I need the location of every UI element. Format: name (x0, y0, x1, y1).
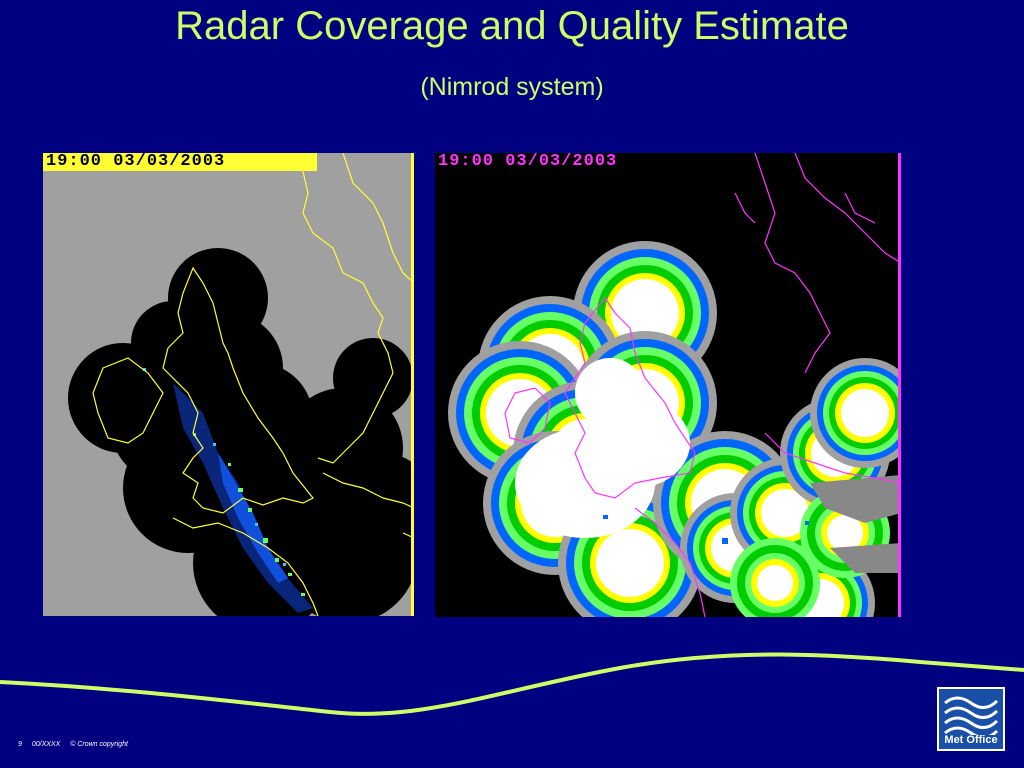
logo-label: Met Office (944, 734, 998, 746)
timestamp-label: 19:00 03/03/2003 (43, 153, 317, 171)
decorative-wave (0, 652, 1024, 716)
coverage-map-graphic (68, 153, 414, 616)
copyright-notice: © Crown copyright (70, 741, 128, 748)
slide-title: Radar Coverage and Quality Estimate (175, 4, 849, 48)
slide-footer: 9 00/XXXX © Crown copyright (18, 741, 136, 748)
radar-coverage-area (68, 248, 414, 616)
quality-estimate-map: 19:00 03/03/2003 (435, 153, 901, 617)
document-reference: 00/XXXX (31, 741, 61, 748)
timestamp-label: 19:00 03/03/2003 (435, 153, 621, 171)
page-number: 9 (18, 741, 22, 748)
slide-subtitle: (Nimrod system) (420, 73, 604, 101)
met-office-logo: Met Office (937, 687, 1005, 751)
radar-coverage-map: 19:00 03/03/2003 (43, 153, 414, 616)
wave-logo-icon (944, 696, 999, 735)
quality-map-graphic (448, 153, 901, 617)
